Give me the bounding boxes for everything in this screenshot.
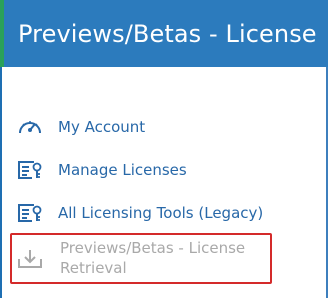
- dashboard-gauge-icon: [16, 115, 44, 139]
- sidebar-nav: My Account Manage Licenses All Licensing…: [0, 67, 328, 298]
- sidebar-item-label: My Account: [58, 118, 146, 136]
- header-accent-bar: [0, 0, 4, 67]
- sidebar-item-previews-betas-license-retrieval[interactable]: Previews/Betas - License Retrieval: [10, 233, 272, 284]
- sidebar-item-label: All Licensing Tools (Legacy): [58, 204, 264, 222]
- sidebar-item-my-account[interactable]: My Account: [12, 115, 312, 139]
- download-tray-icon: [16, 246, 44, 270]
- page-header: Previews/Betas - License: [0, 0, 328, 67]
- license-certificate-icon: [16, 201, 44, 225]
- license-certificate-icon: [16, 158, 44, 182]
- licensing-panel: Previews/Betas - License My Account Mana…: [0, 0, 328, 298]
- page-title: Previews/Betas - License: [18, 20, 317, 48]
- label-line-1: Previews/Betas - License: [60, 239, 246, 257]
- sidebar-item-licensing-tools-legacy[interactable]: All Licensing Tools (Legacy): [12, 201, 312, 225]
- sidebar-item-label: Manage Licenses: [58, 161, 187, 179]
- label-line-2: Retrieval: [60, 259, 127, 277]
- sidebar-item-manage-licenses[interactable]: Manage Licenses: [12, 158, 312, 182]
- sidebar-item-label: Previews/Betas - License Retrieval: [60, 235, 245, 278]
